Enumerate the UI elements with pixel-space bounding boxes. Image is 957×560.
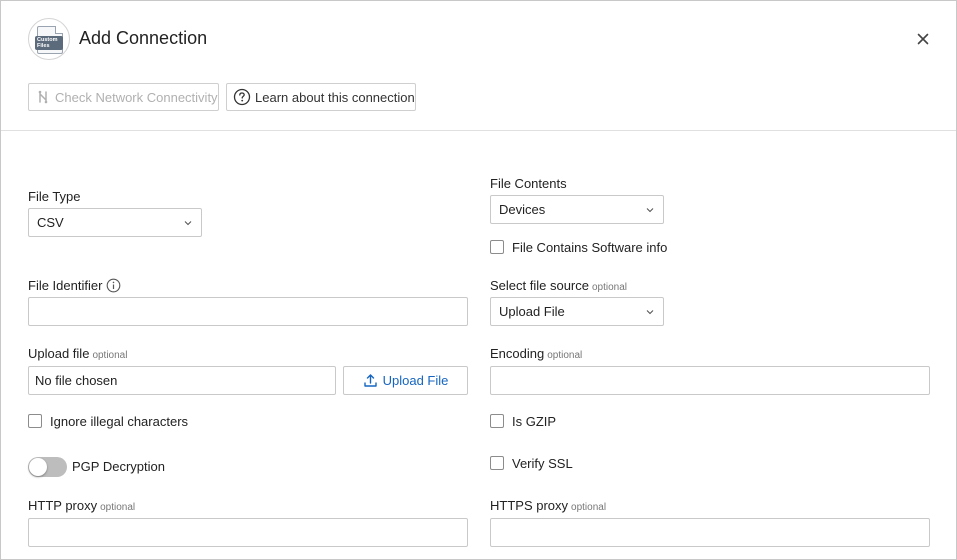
encoding-label: Encoding optional: [490, 346, 582, 361]
ignore-illegal-checkbox[interactable]: [28, 414, 42, 428]
upload-file-value: No file chosen: [35, 373, 118, 388]
file-identifier-input[interactable]: [28, 297, 468, 326]
file-contents-label-text: File Contents: [490, 176, 567, 191]
verify-ssl-label: Verify SSL: [512, 456, 573, 471]
upload-icon: [363, 374, 377, 387]
ignore-illegal-label: Ignore illegal characters: [50, 414, 189, 429]
chevron-down-icon: [184, 220, 192, 225]
http-proxy-label: HTTP proxy optional: [28, 498, 135, 513]
file-contents-label: File Contents: [490, 176, 567, 191]
is-gzip-checkbox[interactable]: [490, 414, 504, 428]
file-type-label: File Type: [28, 189, 81, 204]
dialog-header: Custom Files Add Connection Check Networ…: [1, 1, 956, 131]
upload-file-label-text: Upload file: [28, 346, 90, 361]
file-source-label: Select file source optional: [490, 278, 627, 293]
dialog-title: Add Connection: [79, 28, 208, 48]
is-gzip-label: Is GZIP: [512, 414, 557, 429]
software-info-label: File Contains Software info: [512, 240, 668, 255]
file-source-value: Upload File: [499, 304, 565, 319]
logo-text: Custom Files: [35, 36, 63, 50]
file-identifier-label: File Identifier: [28, 278, 121, 293]
optional-tag: optional: [592, 282, 628, 293]
file-source-select[interactable]: Upload File: [490, 297, 664, 326]
upload-file-label: Upload file optional: [28, 346, 127, 361]
toggle-knob: [29, 458, 47, 476]
close-icon: [917, 33, 929, 45]
pgp-decryption-label: PGP Decryption: [72, 459, 165, 474]
custom-files-logo: Custom Files: [28, 18, 70, 60]
file-contents-select[interactable]: Devices: [490, 195, 664, 224]
upload-file-button-label: Upload File: [382, 373, 449, 388]
encoding-input[interactable]: [490, 366, 930, 395]
info-icon[interactable]: [106, 278, 121, 293]
http-proxy-label-text: HTTP proxy: [28, 498, 98, 513]
https-proxy-label: HTTPS proxy optional: [490, 498, 606, 513]
file-type-value: CSV: [37, 215, 64, 230]
encoding-label-text: Encoding: [490, 346, 545, 361]
optional-tag: optional: [92, 350, 128, 361]
chevron-down-icon: [646, 207, 654, 212]
file-contents-value: Devices: [499, 202, 546, 217]
optional-tag: optional: [571, 502, 607, 513]
network-icon: [38, 90, 48, 104]
upload-file-field[interactable]: No file chosen: [28, 366, 336, 395]
https-proxy-label-text: HTTPS proxy: [490, 498, 569, 513]
https-proxy-input[interactable]: [490, 518, 930, 547]
pgp-decryption-toggle[interactable]: [28, 457, 67, 477]
software-info-checkbox[interactable]: [490, 240, 504, 254]
http-proxy-input[interactable]: [28, 518, 468, 547]
check-network-button[interactable]: Check Network Connectivity: [28, 83, 219, 111]
optional-tag: optional: [547, 350, 583, 361]
learn-connection-button[interactable]: Learn about this connection: [226, 83, 416, 111]
add-connection-dialog: Custom Files Add Connection Check Networ…: [0, 0, 957, 560]
file-type-label-text: File Type: [28, 189, 81, 204]
close-button[interactable]: [914, 30, 932, 48]
upload-file-button[interactable]: Upload File: [343, 366, 468, 395]
chevron-down-icon: [646, 309, 654, 314]
file-type-select[interactable]: CSV: [28, 208, 202, 237]
help-icon: [233, 88, 251, 106]
optional-tag: optional: [100, 502, 136, 513]
file-source-label-text: Select file source: [490, 278, 589, 293]
file-identifier-label-text: File Identifier: [28, 278, 103, 293]
learn-connection-label: Learn about this connection: [255, 89, 415, 105]
check-network-label: Check Network Connectivity: [55, 89, 218, 105]
verify-ssl-checkbox[interactable]: [490, 456, 504, 470]
